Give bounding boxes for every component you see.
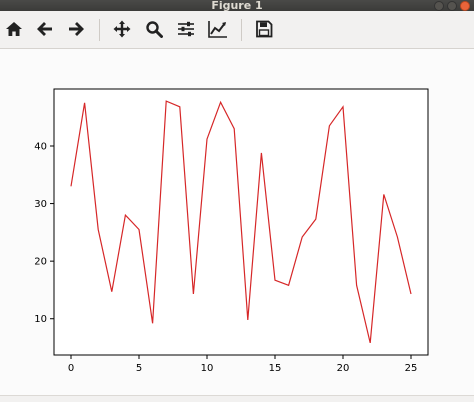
forward-button[interactable]	[64, 17, 88, 41]
arrow-left-icon	[37, 22, 52, 36]
y-tick-label: 40	[34, 142, 47, 153]
home-icon	[6, 22, 22, 36]
move-icon	[113, 20, 131, 38]
status-bar	[0, 395, 474, 402]
line-chart: 0 5 10 15 20 25 10 20 30 40	[34, 88, 429, 374]
save-icon	[256, 20, 273, 38]
back-button[interactable]	[33, 17, 57, 41]
y-tick-label: 10	[34, 314, 47, 325]
x-tick-label: 15	[269, 363, 282, 374]
y-tick-label: 20	[34, 257, 47, 268]
figure-canvas[interactable]: 0 5 10 15 20 25 10 20 30 40	[0, 49, 474, 395]
zoom-button[interactable]	[142, 17, 166, 41]
x-tick-label: 25	[405, 363, 418, 374]
home-button[interactable]	[2, 17, 26, 41]
x-tick-label: 0	[68, 363, 74, 374]
title-bar: Figure 1	[0, 0, 474, 11]
toolbar-separator	[99, 19, 100, 41]
save-button[interactable]	[252, 17, 276, 41]
x-tick-label: 5	[136, 363, 142, 374]
navigation-toolbar	[0, 11, 474, 49]
x-tick-label: 20	[337, 363, 350, 374]
minimize-button[interactable]	[434, 0, 444, 11]
window-title: Figure 1	[211, 0, 263, 11]
window-controls	[434, 0, 470, 11]
y-tick-label: 30	[34, 199, 47, 210]
close-button[interactable]	[460, 0, 470, 11]
toolbar-separator	[241, 19, 242, 41]
zoom-icon	[146, 21, 163, 38]
maximize-button[interactable]	[447, 0, 457, 11]
pan-button[interactable]	[110, 17, 134, 41]
line-chart-icon	[208, 21, 227, 38]
figure-window: Figure 1 0 5 10 15 20 25 10 20 30 40	[0, 0, 474, 402]
edit-axis-button[interactable]	[206, 17, 230, 41]
arrow-right-icon	[69, 22, 84, 36]
x-tick-label: 10	[201, 363, 214, 374]
sliders-icon	[178, 21, 194, 37]
configure-subplots-button[interactable]	[174, 17, 198, 41]
